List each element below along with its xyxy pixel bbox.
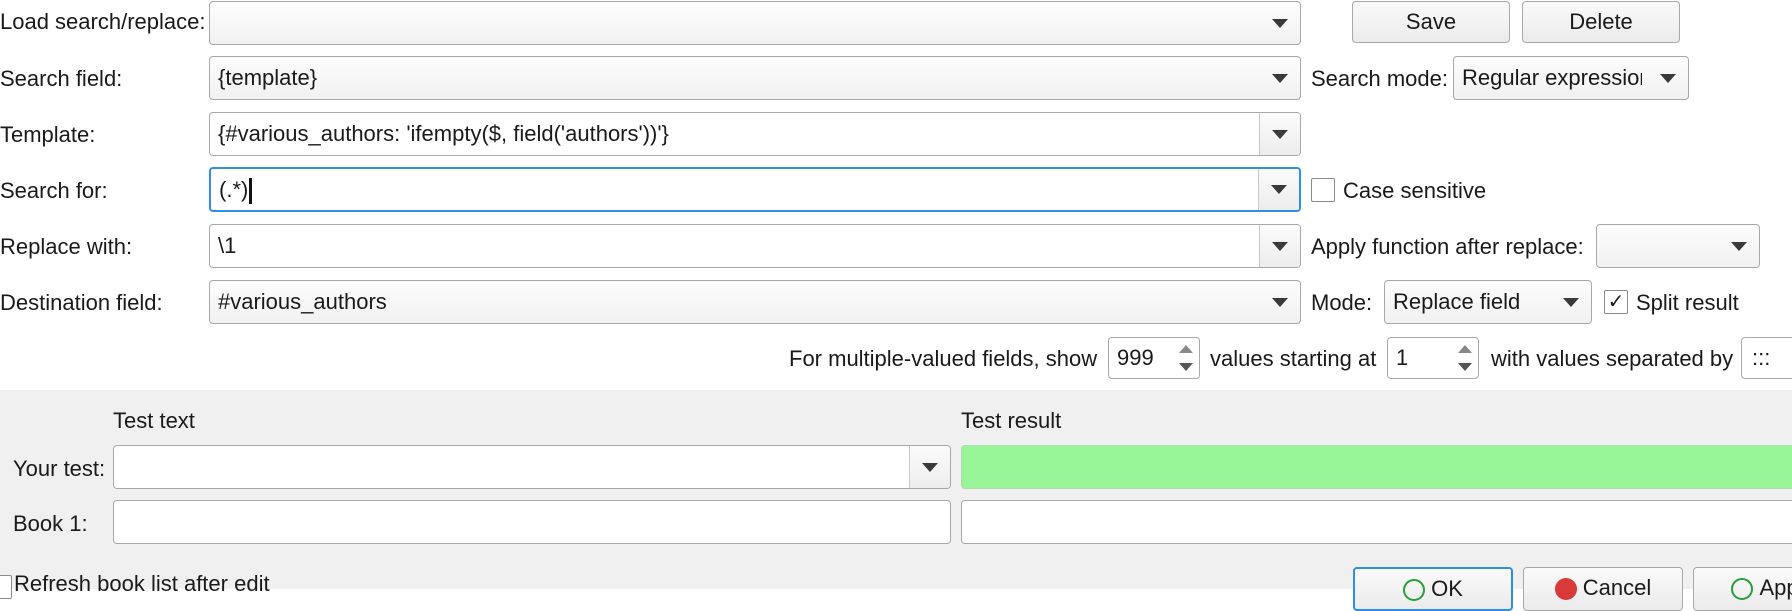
your-test-input[interactable] — [122, 446, 904, 488]
chevron-down-icon[interactable] — [1258, 169, 1299, 210]
load-search-replace-dropdown[interactable] — [209, 1, 1301, 45]
mode-value: Replace field — [1393, 289, 1521, 314]
chevron-down-icon[interactable] — [1551, 281, 1591, 323]
separator-value[interactable]: ::: — [1752, 338, 1770, 378]
cancel-button[interactable]: Cancel — [1523, 567, 1683, 611]
start-at-value[interactable]: 1 — [1396, 338, 1408, 378]
search-field-dropdown[interactable]: {template} — [209, 56, 1301, 100]
search-field-value: {template} — [218, 65, 318, 90]
apply-label: Apply — [1759, 575, 1792, 600]
search-for-input[interactable]: (.*) — [219, 177, 248, 202]
book1-result — [961, 500, 1792, 544]
separated-by-label: with values separated by — [1491, 346, 1734, 371]
test-panel: Test text Test result Your test: Book 1:… — [0, 390, 1792, 611]
destination-field-dropdown[interactable]: #various_authors — [209, 280, 1301, 324]
refresh-checkbox[interactable] — [0, 575, 12, 599]
book1-label: Book 1: — [13, 511, 88, 536]
search-for-label: Search for: — [0, 178, 108, 203]
apply-button[interactable]: Apply — [1693, 567, 1792, 611]
replace-with-input[interactable]: \1 — [218, 225, 1254, 267]
refresh-label: Refresh book list after edit — [14, 571, 270, 596]
chevron-down-icon[interactable] — [1648, 57, 1688, 99]
show-count-spinbox[interactable]: 999 — [1108, 337, 1200, 379]
separator-input[interactable]: ::: — [1741, 337, 1792, 379]
split-result-label: Split result — [1636, 290, 1739, 315]
your-test-combo[interactable] — [113, 445, 951, 489]
search-for-combo[interactable]: (.*) — [209, 167, 1301, 212]
chevron-down-icon[interactable] — [1260, 57, 1300, 99]
destination-field-value: #various_authors — [218, 289, 387, 314]
search-field-label: Search field: — [0, 66, 123, 91]
chevron-down-icon[interactable] — [1719, 225, 1759, 267]
search-mode-label: Search mode: — [1311, 66, 1448, 91]
start-at-spinbox[interactable]: 1 — [1387, 337, 1479, 379]
test-text-header: Test text — [113, 408, 195, 433]
search-for-text: (.*) — [219, 169, 1253, 210]
spin-down-icon[interactable] — [1455, 358, 1475, 376]
replace-with-combo[interactable]: \1 — [209, 224, 1301, 268]
cancel-label: Cancel — [1582, 575, 1652, 600]
spin-up-icon[interactable] — [1176, 340, 1196, 358]
case-sensitive-checkbox[interactable] — [1311, 178, 1335, 202]
your-test-result — [961, 445, 1792, 489]
ok-button[interactable]: OK — [1353, 567, 1513, 611]
check-circle-icon — [1403, 579, 1426, 602]
multi-show-label: For multiple-valued fields, show — [789, 346, 1098, 371]
test-result-header: Test result — [961, 408, 1062, 433]
check-circle-icon — [1731, 578, 1754, 601]
mode-label: Mode: — [1311, 290, 1373, 315]
search-mode-value: Regular expression — [1462, 65, 1642, 90]
your-test-label: Your test: — [13, 456, 106, 481]
template-input[interactable]: {#various_authors: 'ifempty($, field('au… — [218, 113, 1254, 155]
delete-button[interactable]: Delete — [1522, 1, 1680, 43]
starting-at-label: values starting at — [1210, 346, 1377, 371]
mode-dropdown[interactable]: Replace field — [1384, 280, 1592, 324]
save-button[interactable]: Save — [1352, 1, 1510, 43]
cancel-icon — [1554, 578, 1577, 601]
template-label: Template: — [0, 122, 96, 147]
search-mode-dropdown[interactable]: Regular expression — [1453, 56, 1689, 100]
replace-with-label: Replace with: — [0, 234, 133, 259]
chevron-down-icon[interactable] — [1259, 225, 1300, 267]
spin-down-icon[interactable] — [1176, 358, 1196, 376]
case-sensitive-label: Case sensitive — [1343, 178, 1487, 203]
show-count-value[interactable]: 999 — [1117, 338, 1154, 378]
text-caret — [249, 178, 253, 205]
apply-function-value — [1605, 225, 1713, 267]
chevron-down-icon[interactable] — [1260, 281, 1300, 323]
chevron-down-icon[interactable] — [1259, 113, 1300, 155]
template-combo[interactable]: {#various_authors: 'ifempty($, field('au… — [209, 112, 1301, 156]
chevron-down-icon[interactable] — [1260, 2, 1300, 44]
spin-up-icon[interactable] — [1455, 340, 1475, 358]
load-search-replace-label: Load search/replace: — [0, 9, 206, 34]
apply-function-dropdown[interactable] — [1596, 224, 1760, 268]
split-result-checkbox[interactable]: ✓ — [1604, 290, 1628, 314]
destination-field-label: Destination field: — [0, 290, 163, 315]
chevron-down-icon[interactable] — [909, 446, 950, 488]
load-search-replace-value — [218, 2, 1254, 44]
book1-input[interactable] — [113, 500, 951, 544]
apply-function-label: Apply function after replace: — [1311, 234, 1584, 259]
